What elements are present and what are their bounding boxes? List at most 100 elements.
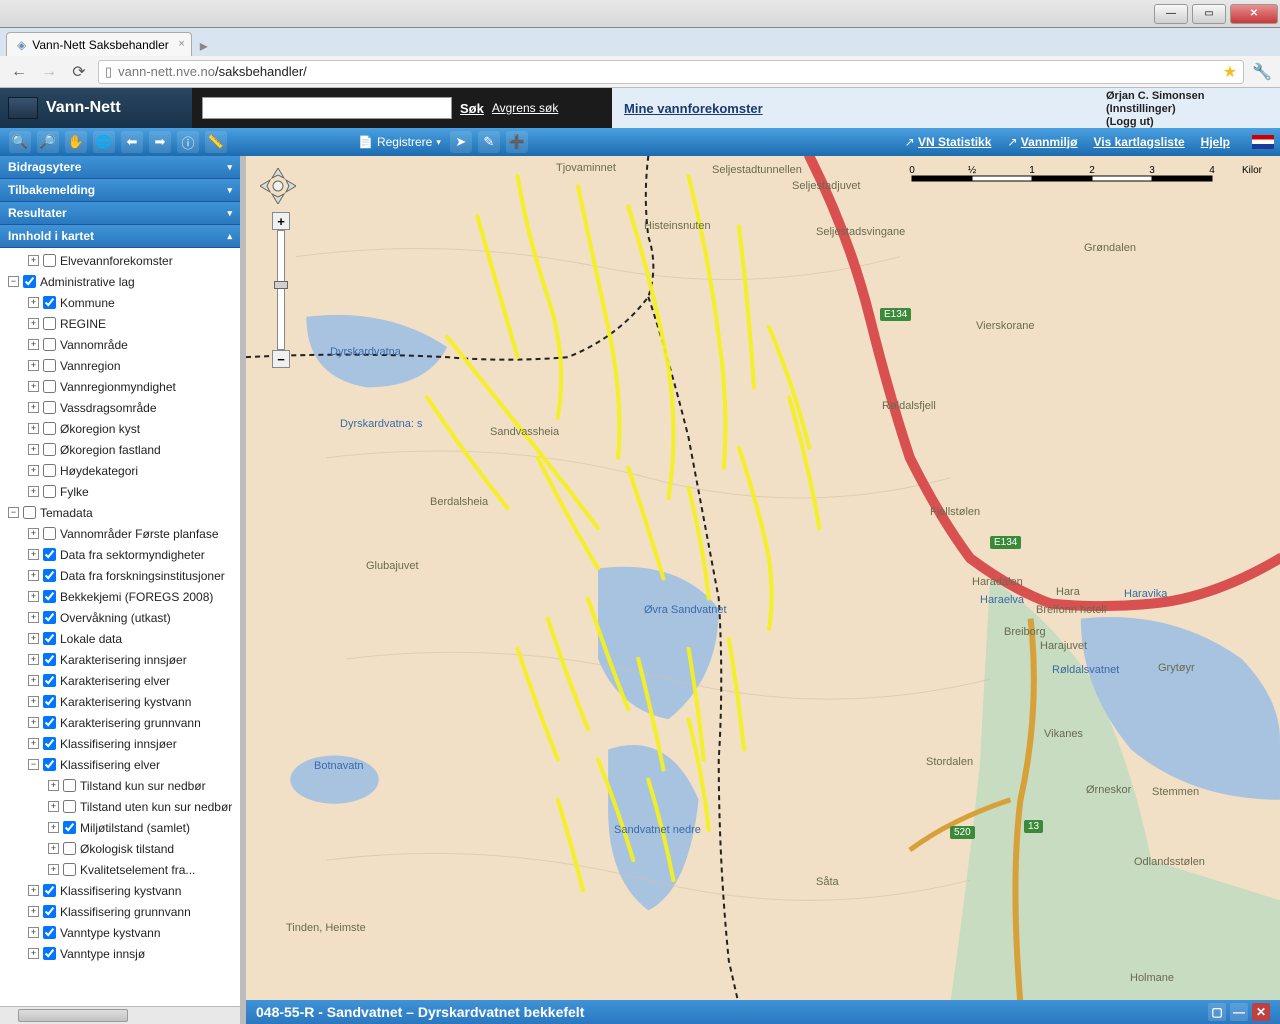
measure-icon[interactable]: 📏 (205, 131, 227, 153)
tree-expand-icon[interactable]: + (28, 591, 39, 602)
tree-expand-icon[interactable]: + (28, 948, 39, 959)
tree-checkbox[interactable] (43, 464, 56, 477)
tree-expand-icon[interactable]: + (28, 696, 39, 707)
tree-checkbox[interactable] (43, 443, 56, 456)
search-input[interactable] (202, 97, 452, 119)
tree-expand-icon[interactable]: + (48, 780, 59, 791)
tree-checkbox[interactable] (43, 485, 56, 498)
tree-expand-icon[interactable]: + (28, 906, 39, 917)
tab-close-icon[interactable]: × (178, 38, 184, 50)
zoom-out-icon[interactable]: 🔎 (37, 131, 59, 153)
tree-expand-icon[interactable]: + (28, 255, 39, 266)
tree-tema-7[interactable]: +Karakterisering elver (0, 670, 240, 691)
zoom-track[interactable] (277, 230, 285, 350)
pointer-tool-icon[interactable]: ➤ (450, 131, 472, 153)
tree-checkbox[interactable] (43, 758, 56, 771)
back-button[interactable]: ← (8, 61, 30, 83)
tree-checkbox[interactable] (43, 716, 56, 729)
tree-admin-1[interactable]: +REGINE (0, 313, 240, 334)
tree-expand-icon[interactable]: − (8, 276, 19, 287)
tree-checkbox[interactable] (43, 632, 56, 645)
language-flag-icon[interactable] (1252, 135, 1274, 149)
tree-checkbox[interactable] (43, 296, 56, 309)
tree-checkbox[interactable] (63, 821, 76, 834)
footer-restore-icon[interactable]: — (1230, 1003, 1248, 1021)
tree-tema-4[interactable]: +Overvåkning (utkast) (0, 607, 240, 628)
tree-admin-7[interactable]: +Økoregion fastland (0, 439, 240, 460)
tree-tema-6[interactable]: +Karakterisering innsjøer (0, 649, 240, 670)
tree-admin-0[interactable]: +Kommune (0, 292, 240, 313)
tree-checkbox[interactable] (43, 905, 56, 918)
tree-klasselver-2[interactable]: +Miljøtilstand (samlet) (0, 817, 240, 838)
tree-checkbox[interactable] (43, 380, 56, 393)
zoom-plus-button[interactable]: + (272, 212, 290, 230)
tree-checkbox[interactable] (43, 737, 56, 750)
tree-expand-icon[interactable]: + (28, 402, 39, 413)
tree-expand-icon[interactable]: + (28, 444, 39, 455)
tree-tail-3[interactable]: +Vanntype innsjø (0, 943, 240, 964)
tree-expand-icon[interactable]: + (28, 717, 39, 728)
tree-expand-icon[interactable]: + (28, 549, 39, 560)
tree-admin-9[interactable]: +Fylke (0, 481, 240, 502)
tree-tema-5[interactable]: +Lokale data (0, 628, 240, 649)
tree-klasselver-1[interactable]: +Tilstand uten kun sur nedbør (0, 796, 240, 817)
tree-tail-2[interactable]: +Vanntype kystvann (0, 922, 240, 943)
tree-checkbox[interactable] (43, 422, 56, 435)
tree-expand-icon[interactable]: − (8, 507, 19, 518)
tree-klasselver-0[interactable]: +Tilstand kun sur nedbør (0, 775, 240, 796)
tree-admin-2[interactable]: +Vannområde (0, 334, 240, 355)
footer-minimize-icon[interactable]: ▢ (1208, 1003, 1226, 1021)
tree-expand-icon[interactable]: + (28, 486, 39, 497)
next-extent-icon[interactable]: ➡ (149, 131, 171, 153)
forward-button[interactable]: → (38, 61, 60, 83)
add-tool-icon[interactable]: ➕ (506, 131, 528, 153)
tree-expand-icon[interactable]: + (48, 822, 59, 833)
register-dropdown[interactable]: 📄 Registrere ▾ (352, 135, 447, 149)
tree-checkbox[interactable] (43, 359, 56, 372)
tree-checkbox[interactable] (63, 863, 76, 876)
vn-stat-link[interactable]: ↗ VN Statistikk (905, 135, 992, 149)
window-close-button[interactable]: ✕ (1230, 4, 1278, 24)
tree-expand-icon[interactable]: + (28, 570, 39, 581)
refine-search-link[interactable]: Avgrens søk (492, 101, 558, 115)
reload-button[interactable]: ⟳ (68, 61, 90, 83)
tree-temadata[interactable]: −Temadata (0, 502, 240, 523)
accordion-contributors[interactable]: Bidragsytere▾ (0, 156, 240, 179)
tree-checkbox[interactable] (63, 779, 76, 792)
tree-expand-icon[interactable]: + (28, 297, 39, 308)
search-button[interactable]: Søk (460, 101, 484, 116)
info-icon[interactable]: ⓘ (177, 131, 199, 153)
tree-checkbox[interactable] (43, 653, 56, 666)
pan-icon[interactable]: ✋ (65, 131, 87, 153)
window-minimize-button[interactable]: ― (1154, 4, 1188, 24)
tree-expand-icon[interactable]: + (28, 612, 39, 623)
tree-checkbox[interactable] (43, 611, 56, 624)
tree-admin-4[interactable]: +Vannregionmyndighet (0, 376, 240, 397)
logout-link[interactable]: (Logg ut) (1106, 116, 1274, 129)
tree-admin-6[interactable]: +Økoregion kyst (0, 418, 240, 439)
compass-control[interactable] (260, 168, 296, 204)
tree-checkbox[interactable] (63, 800, 76, 813)
tree-checkbox[interactable] (43, 947, 56, 960)
url-input[interactable]: ▯ vann-nett.nve.no/saksbehandler/ ★ (98, 60, 1244, 84)
zoom-slider[interactable]: + − (272, 212, 290, 368)
vannmiljo-link[interactable]: ↗ Vannmiljø (1007, 135, 1077, 149)
tree-expand-icon[interactable]: + (28, 927, 39, 938)
zoom-in-icon[interactable]: 🔍 (9, 131, 31, 153)
window-maximize-button[interactable]: ▭ (1192, 4, 1226, 24)
tree-checkbox[interactable] (43, 695, 56, 708)
tree-expand-icon[interactable]: + (28, 654, 39, 665)
layer-list-link[interactable]: Vis kartlagsliste (1093, 135, 1184, 149)
tree-expand-icon[interactable]: + (28, 423, 39, 434)
tree-checkbox[interactable] (43, 926, 56, 939)
tree-checkbox[interactable] (43, 590, 56, 603)
tree-elvevann[interactable]: +Elvevannforekomster (0, 250, 240, 271)
tree-tema-2[interactable]: +Data fra forskningsinstitusjoner (0, 565, 240, 586)
tree-tema-9[interactable]: +Karakterisering grunnvann (0, 712, 240, 733)
browser-tab[interactable]: ◈ Vann-Nett Saksbehandler × (6, 32, 192, 56)
tree-checkbox[interactable] (63, 842, 76, 855)
tree-expand-icon[interactable]: + (28, 339, 39, 350)
tree-tema-8[interactable]: +Karakterisering kystvann (0, 691, 240, 712)
tree-checkbox[interactable] (43, 527, 56, 540)
zoom-thumb[interactable] (274, 281, 288, 289)
